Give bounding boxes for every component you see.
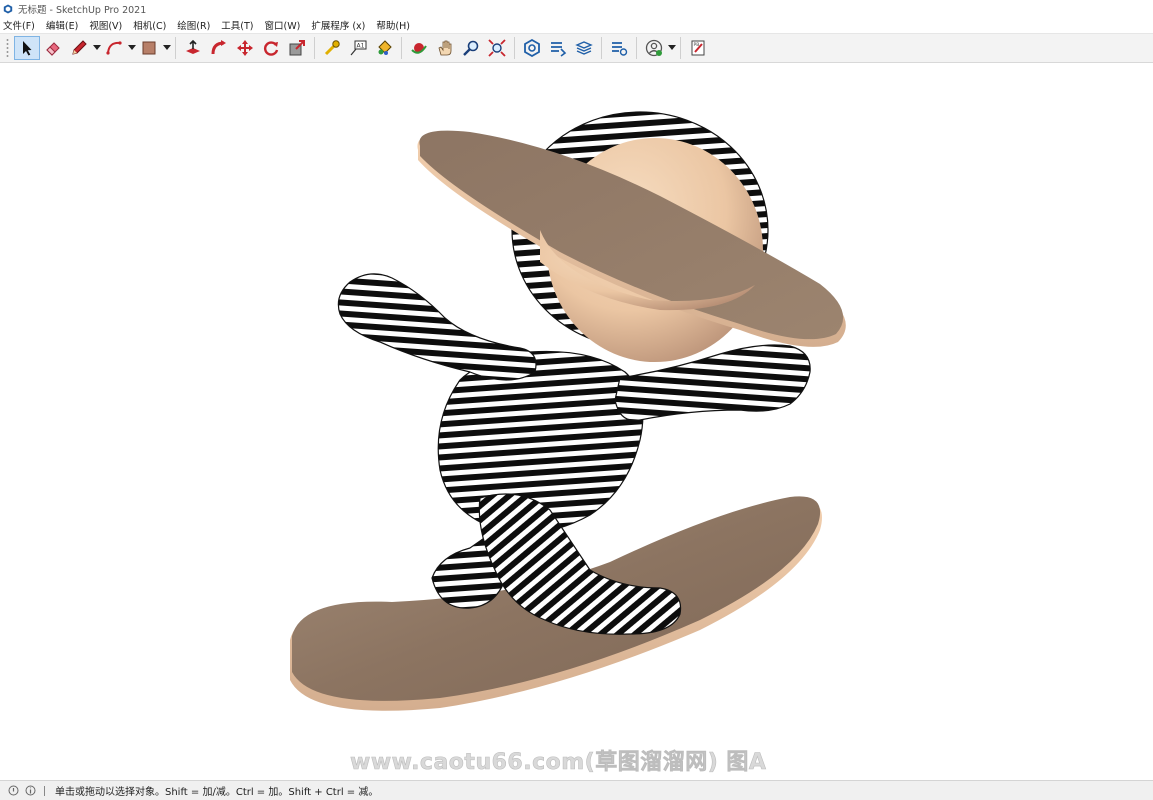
select-tool-button[interactable] — [14, 36, 40, 60]
warehouse-button[interactable] — [519, 36, 545, 60]
main-toolbar: A1 PB — [0, 33, 1153, 63]
extension-manager-icon — [612, 42, 628, 56]
pencil-icon — [72, 40, 87, 55]
menu-bar: 文件(F) 编辑(E) 视图(V) 相机(C) 绘图(R) 工具(T) 窗口(W… — [0, 17, 1153, 33]
chevron-down-icon — [162, 45, 171, 50]
text-tool-button[interactable]: A1 — [345, 36, 371, 60]
menu-window[interactable]: 窗口(W) — [265, 18, 301, 32]
toolbar-separator — [175, 37, 176, 59]
toolbar-separator — [314, 37, 315, 59]
watermark-text: www.caotu66.com(草图溜溜网) 图A — [350, 750, 767, 776]
layout-icon — [575, 41, 593, 55]
paint-bucket-tool-button[interactable] — [371, 36, 397, 60]
menu-file[interactable]: 文件(F) — [3, 18, 35, 32]
sketchup-logo-icon — [3, 4, 13, 13]
scale-tool-button[interactable] — [284, 36, 310, 60]
title-bar: 无标题 - SketchUp Pro 2021 — [0, 0, 1153, 17]
chevron-down-icon — [127, 45, 136, 50]
svg-text:A1: A1 — [357, 43, 365, 50]
svg-text:PB: PB — [694, 42, 700, 48]
menu-extensions[interactable]: 扩展程序 (x) — [311, 18, 365, 32]
pan-tool-button[interactable] — [432, 36, 458, 60]
scale-icon — [289, 40, 305, 56]
shape-icon — [142, 41, 156, 55]
zoom-tool-button[interactable] — [458, 36, 484, 60]
shape-tool-button[interactable] — [136, 36, 162, 60]
menu-view[interactable]: 视图(V) — [89, 18, 122, 32]
arc-icon — [106, 41, 122, 55]
chevron-down-icon — [667, 45, 676, 50]
select-icon — [23, 41, 32, 56]
arc-tool-button[interactable] — [101, 36, 127, 60]
text-icon: A1 — [350, 40, 367, 56]
eraser-tool-button[interactable] — [40, 36, 66, 60]
zoom-extents-icon — [488, 39, 506, 57]
menu-help[interactable]: 帮助(H) — [376, 18, 410, 32]
chevron-down-icon — [92, 45, 101, 50]
move-tool-button[interactable] — [232, 36, 258, 60]
toolbar-separator — [601, 37, 602, 59]
toolbar-separator — [401, 37, 402, 59]
toolbar-separator — [636, 37, 637, 59]
push-pull-tool-button[interactable] — [180, 36, 206, 60]
status-divider — [44, 785, 45, 796]
send-to-layout-icon: PB — [691, 40, 705, 56]
orbit-icon — [411, 43, 427, 54]
menu-camera[interactable]: 相机(C) — [133, 18, 166, 32]
pencil-tool-button[interactable] — [66, 36, 92, 60]
move-icon — [237, 40, 253, 56]
toolbar-grip[interactable] — [6, 38, 9, 58]
extension-warehouse-icon — [551, 42, 567, 57]
orbit-tool-button[interactable] — [406, 36, 432, 60]
zoom-icon — [463, 40, 479, 56]
pan-icon — [438, 40, 452, 56]
toolbar-separator — [680, 37, 681, 59]
info-icon[interactable] — [25, 785, 36, 796]
extension-manager-button[interactable] — [606, 36, 632, 60]
profile-dropdown[interactable] — [667, 36, 676, 60]
left-arm[interactable] — [337, 273, 537, 381]
status-hint: 单击或拖动以选择对象。Shift = 加/减。Ctrl = 加。Shift + … — [55, 787, 379, 798]
follow-me-icon — [211, 40, 226, 55]
menu-tools[interactable]: 工具(T) — [221, 18, 253, 32]
layout-button[interactable] — [571, 36, 597, 60]
status-bar: 单击或拖动以选择对象。Shift = 加/减。Ctrl = 加。Shift + … — [0, 780, 1153, 800]
eraser-icon — [46, 42, 60, 56]
paint-bucket-icon — [378, 40, 392, 55]
extension-warehouse-button[interactable] — [545, 36, 571, 60]
menu-draw[interactable]: 绘图(R) — [177, 18, 210, 32]
shape-dropdown[interactable] — [162, 36, 171, 60]
toolbar-separator — [514, 37, 515, 59]
geolocation-icon[interactable] — [8, 785, 19, 796]
model-canvas[interactable] — [0, 64, 1153, 779]
model-viewport[interactable] — [0, 64, 1153, 779]
send-to-layout-button[interactable]: PB — [685, 36, 711, 60]
menu-edit[interactable]: 编辑(E) — [46, 18, 78, 32]
tape-measure-icon — [324, 40, 340, 56]
zoom-extents-tool-button[interactable] — [484, 36, 510, 60]
profile-button[interactable] — [641, 36, 667, 60]
tape-measure-tool-button[interactable] — [319, 36, 345, 60]
arc-dropdown[interactable] — [127, 36, 136, 60]
follow-me-tool-button[interactable] — [206, 36, 232, 60]
push-pull-icon — [186, 39, 200, 54]
rotate-tool-button[interactable] — [258, 36, 284, 60]
rotate-icon — [264, 41, 279, 56]
pencil-dropdown[interactable] — [92, 36, 101, 60]
window-title: 无标题 - SketchUp Pro 2021 — [18, 4, 147, 16]
warehouse-icon — [524, 39, 540, 57]
profile-icon — [645, 39, 663, 57]
